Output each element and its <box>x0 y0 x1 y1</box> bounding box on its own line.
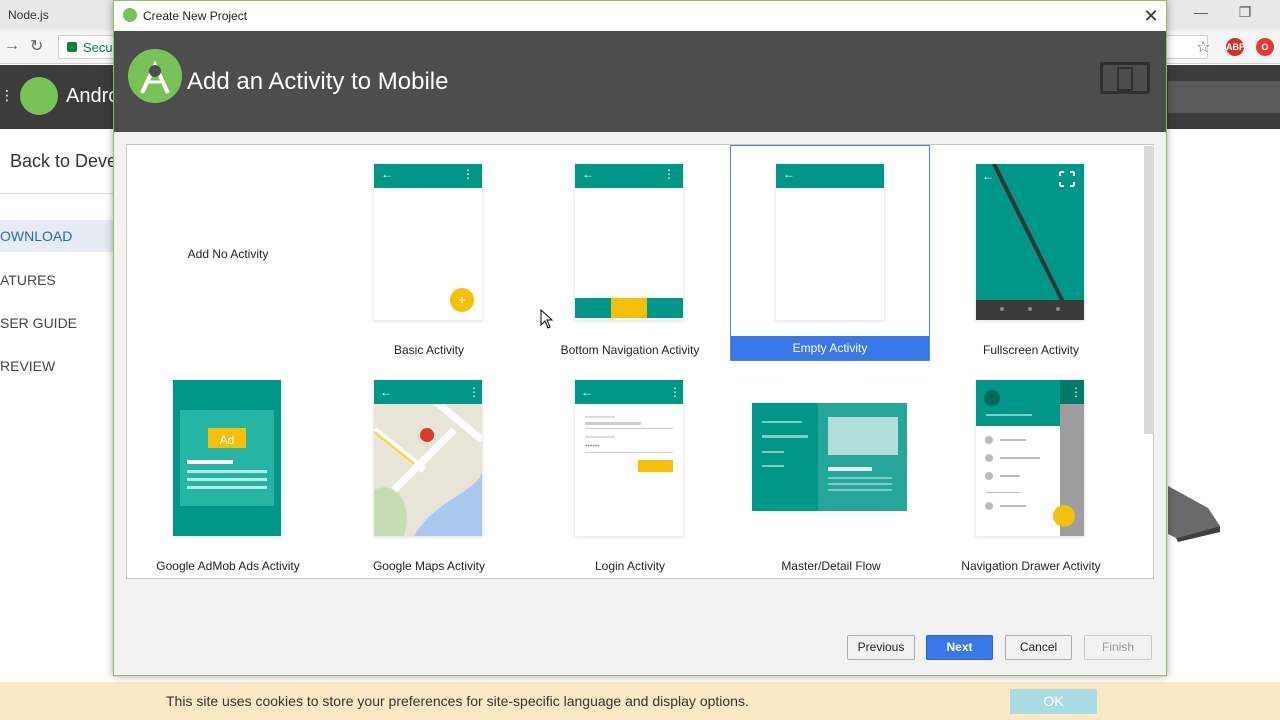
svg-text:••••••: •••••• <box>585 443 600 450</box>
menu-icon[interactable]: ⋮ <box>0 87 14 104</box>
forward-icon[interactable]: → <box>4 37 20 55</box>
activity-card-bottom-nav[interactable]: ← ⋮ Bottom Navigation Activity <box>530 146 730 362</box>
activity-card-none[interactable]: Add No Activity <box>128 146 328 362</box>
dialog-banner: Add an Activity to Mobile <box>114 31 1166 132</box>
activity-label: Google AdMob Ads Activity <box>156 559 300 573</box>
svg-text:⋮: ⋮ <box>669 385 681 399</box>
dialog-title: Create New Project <box>143 9 248 23</box>
activity-thumbnail <box>173 380 281 536</box>
android-studio-icon <box>123 8 137 22</box>
activity-thumbnail: ← <box>776 164 884 320</box>
banner-title: Add an Activity to Mobile <box>187 68 449 95</box>
activity-thumbnail: ← <box>976 164 1084 320</box>
device-form-factor-icon <box>1100 62 1150 94</box>
tab-title: Node.js <box>8 8 49 22</box>
lock-icon <box>67 42 77 52</box>
activity-thumbnail: ← ⋮ •••••• <box>575 380 683 536</box>
activity-thumbnail: ← ⋮ <box>374 380 482 536</box>
bottom-nav-bar <box>575 298 683 318</box>
site-search-box[interactable] <box>1168 81 1280 113</box>
activity-label: Fullscreen Activity <box>982 343 1080 357</box>
finish-button[interactable]: Finish <box>1084 635 1152 660</box>
opera-icon[interactable]: O <box>1256 38 1274 56</box>
ad-badge: Ad <box>219 433 235 447</box>
svg-text:←: ← <box>380 385 392 399</box>
back-link[interactable]: Back to Deve <box>10 151 117 172</box>
activity-card-maps[interactable]: ← ⋮ Google Maps Activity <box>329 362 529 578</box>
activity-thumbnail: ← ⋮ <box>575 164 683 320</box>
activity-thumbnail: ⋮ <box>976 380 1084 536</box>
create-project-dialog: Create New Project ✕ Add an Activity to … <box>113 0 1167 676</box>
activity-card-login[interactable]: ← ⋮ •••••• Login Activity <box>530 362 730 578</box>
sidebar-item-preview[interactable]: REVIEW <box>0 350 114 382</box>
laptop-illustration <box>1168 486 1220 542</box>
restore-icon[interactable]: ❐ <box>1222 4 1268 21</box>
activity-label: Master/Detail Flow <box>781 559 881 573</box>
android-studio-logo-icon <box>128 49 182 103</box>
activity-thumbnail <box>752 403 907 511</box>
site-sidebar: Back to Deve OWNLOAD ATURES SER GUIDE RE… <box>0 129 117 689</box>
overflow-menu-icon: ⋮ <box>663 167 675 181</box>
reload-icon[interactable]: ↻ <box>30 36 43 56</box>
previous-button[interactable]: Previous <box>847 635 915 660</box>
activity-label: Basic Activity <box>393 343 465 357</box>
activity-label: Google Maps Activity <box>372 559 486 573</box>
gallery-scrollbar[interactable] <box>1144 146 1154 434</box>
secure-label: Secu <box>83 40 113 55</box>
next-button[interactable]: Next <box>926 635 993 660</box>
activity-label: Navigation Drawer Activity <box>961 559 1101 573</box>
svg-text:←: ← <box>581 385 593 399</box>
activity-gallery: Add No Activity ← ⋮ + Basic Activity ← ⋮ B… <box>126 144 1154 579</box>
fab-icon: + <box>450 288 474 312</box>
site-title[interactable]: Andro <box>66 85 119 108</box>
activity-card-master-detail[interactable]: Master/Detail Flow <box>731 362 931 578</box>
activity-card-basic[interactable]: ← ⋮ + Basic Activity <box>329 146 529 362</box>
activity-label: Add No Activity <box>187 247 269 261</box>
activity-thumbnail: ← ⋮ + <box>374 164 482 320</box>
cookie-ok-button[interactable]: OK <box>1010 689 1097 714</box>
star-icon[interactable]: ☆ <box>1196 37 1210 57</box>
sidebar-item-user-guide[interactable]: SER GUIDE <box>0 307 114 339</box>
android-logo-icon[interactable] <box>20 77 58 115</box>
activity-label: Login Activity <box>594 559 666 573</box>
svg-text:⋮: ⋮ <box>468 385 480 399</box>
svg-text:⋮: ⋮ <box>1070 385 1082 399</box>
activity-card-nav-drawer[interactable]: ⋮ Navigation Drawer Activity <box>931 362 1131 578</box>
svg-text:←: ← <box>982 169 994 183</box>
activity-card-fullscreen[interactable]: ← Fullscreen Activity <box>931 146 1131 362</box>
overflow-menu-icon: ⋮ <box>462 167 474 181</box>
cancel-button[interactable]: Cancel <box>1005 635 1072 660</box>
activity-card-empty[interactable]: ← Empty Activity <box>730 145 930 361</box>
cookie-banner: This site uses cookies to store your pre… <box>0 682 1280 720</box>
sidebar-item-features[interactable]: ATURES <box>0 264 114 296</box>
activity-label: Bottom Navigation Activity <box>560 343 700 357</box>
browser-tab[interactable]: Node.js <box>0 2 57 30</box>
close-icon[interactable]: ✕ <box>1140 5 1162 27</box>
back-arrow-icon: ← <box>783 167 795 181</box>
back-arrow-icon: ← <box>381 167 393 181</box>
activity-label: Empty Activity <box>731 336 929 360</box>
mouse-cursor-icon <box>540 309 554 329</box>
sidebar-item-download[interactable]: OWNLOAD <box>0 220 114 252</box>
dialog-titlebar: Create New Project ✕ <box>114 1 1166 31</box>
adblock-icon[interactable]: ABP <box>1226 38 1245 56</box>
minimize-icon[interactable]: — <box>1178 4 1224 20</box>
sidebar-divider <box>0 193 114 194</box>
cookie-message: This site uses cookies to store your pre… <box>166 693 749 709</box>
activity-card-admob[interactable]: Ad Google AdMob Ads Activity <box>128 362 328 578</box>
back-arrow-icon: ← <box>582 167 594 181</box>
